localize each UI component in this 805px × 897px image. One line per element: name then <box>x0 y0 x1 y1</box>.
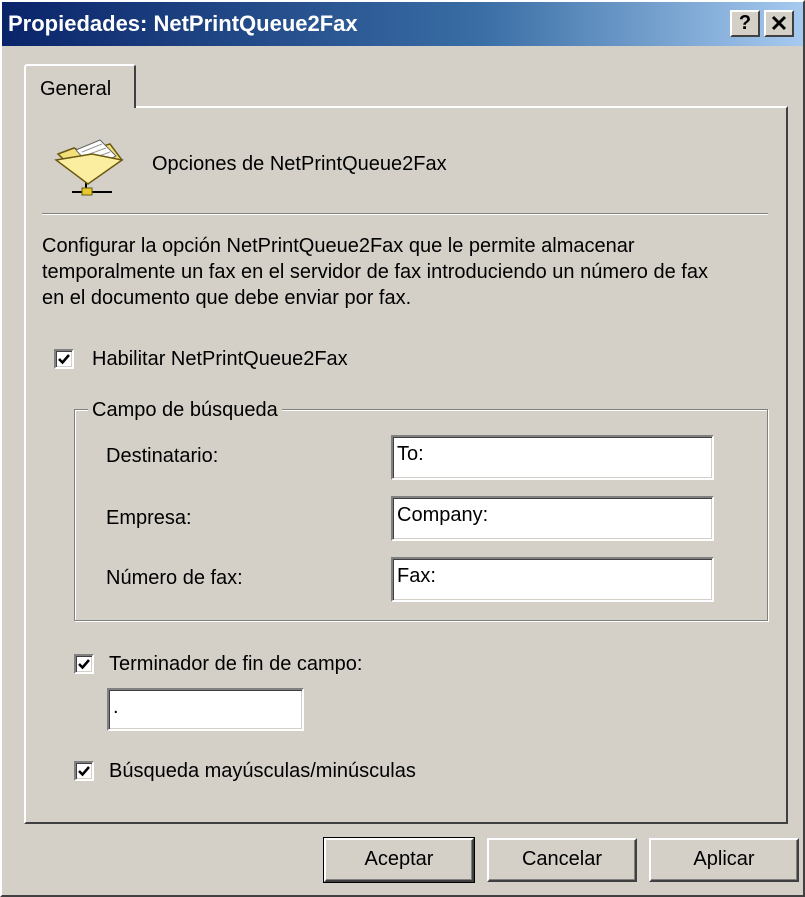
search-group-legend: Campo de búsqueda <box>88 399 282 422</box>
description: Configurar la opción NetPrintQueue2Fax q… <box>42 233 772 311</box>
company-label: Empresa: <box>106 507 192 529</box>
terminator-checkbox[interactable] <box>74 654 94 674</box>
recipient-input[interactable]: To: <box>391 435 714 480</box>
tab-general-label: General <box>40 78 112 100</box>
description-line: temporalmente un fax en el servidor de f… <box>42 261 708 283</box>
description-line: Configurar la opción NetPrintQueue2Fax q… <box>42 235 635 257</box>
ok-button[interactable]: Aceptar <box>323 837 475 883</box>
fax-number-input[interactable]: Fax: <box>391 557 714 602</box>
help-button[interactable]: ? <box>730 10 760 37</box>
fax-number-label: Número de fax: <box>106 567 243 589</box>
separator <box>42 213 768 215</box>
case-sensitive-checkbox-label[interactable]: Búsqueda mayúsculas/minúsculas <box>109 760 416 783</box>
case-sensitive-checkbox[interactable] <box>74 761 94 781</box>
title-bar[interactable]: Propiedades: NetPrintQueue2Fax ? <box>2 2 803 46</box>
checkmark-icon <box>78 659 90 670</box>
folder-icon <box>52 138 128 198</box>
recipient-label: Destinatario: <box>106 445 219 467</box>
apply-button[interactable]: Aplicar <box>649 838 799 882</box>
checkmark-icon <box>78 766 90 777</box>
header-title: Opciones de NetPrintQueue2Fax <box>152 153 447 175</box>
terminator-checkbox-label[interactable]: Terminador de fin de campo: <box>109 653 362 676</box>
cancel-button[interactable]: Cancelar <box>487 838 637 882</box>
tab-general[interactable]: General <box>24 64 136 108</box>
company-input[interactable]: Company: <box>391 496 714 541</box>
enable-checkbox-label[interactable]: Habilitar NetPrintQueue2Fax <box>92 348 348 371</box>
terminator-input[interactable]: . <box>107 688 304 731</box>
close-icon <box>771 15 787 31</box>
properties-dialog: Propiedades: NetPrintQueue2Fax ? General… <box>0 0 805 897</box>
window-title: Propiedades: NetPrintQueue2Fax <box>8 11 358 36</box>
enable-checkbox[interactable] <box>54 349 74 369</box>
checkmark-icon <box>58 354 70 365</box>
close-button[interactable] <box>764 10 794 37</box>
description-line: en el documento que debe enviar por fax. <box>42 287 412 309</box>
